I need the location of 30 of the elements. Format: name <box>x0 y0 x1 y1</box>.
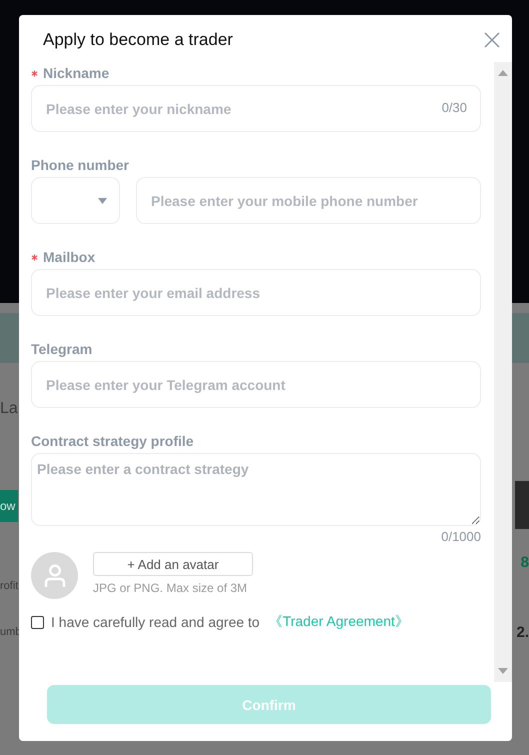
background-text: rofit <box>0 580 18 592</box>
avatar-placeholder-icon <box>31 552 78 599</box>
close-icon[interactable] <box>482 30 502 50</box>
background-text: 2. <box>516 624 529 641</box>
input-field[interactable]: Please enter your email address <box>31 269 481 316</box>
agreement-text: I have carefully read and agree to <box>51 614 260 630</box>
field-label: Contract strategy profile <box>31 433 194 449</box>
follow-button[interactable]: ow <box>0 490 18 522</box>
upload-hint: JPG or PNG. Max size of 3M <box>93 581 248 595</box>
input-field[interactable]: Please enter your Telegram account <box>31 361 481 408</box>
photo-placeholder <box>515 481 529 529</box>
scroll-up-icon[interactable] <box>498 70 508 76</box>
add-avatar-button[interactable]: + Add an avatar <box>93 552 253 576</box>
field-label: Phone number <box>31 157 130 173</box>
character-counter: 0/1000 <box>441 529 481 544</box>
dialog-title: Apply to become a trader <box>43 30 233 50</box>
caret-icon <box>98 198 107 204</box>
field-label: Nickname <box>43 65 110 81</box>
field-label: Mailbox <box>43 249 96 265</box>
background-text: 8 <box>520 554 529 571</box>
agreement-checkbox[interactable] <box>31 616 44 628</box>
country-code-dropdown[interactable] <box>31 177 120 224</box>
text-area[interactable]: Please enter a contract strategy <box>31 453 481 526</box>
input-field[interactable]: Please enter your mobile phone number <box>136 177 481 224</box>
character-counter: 0/30 <box>442 100 467 115</box>
background-text: La <box>0 400 18 418</box>
scroll-down-icon[interactable] <box>498 668 508 674</box>
field-label: Telegram <box>31 341 92 357</box>
scrollbar[interactable] <box>494 62 512 682</box>
trader-agreement-link[interactable]: 《Trader Agreement》 <box>268 613 409 631</box>
